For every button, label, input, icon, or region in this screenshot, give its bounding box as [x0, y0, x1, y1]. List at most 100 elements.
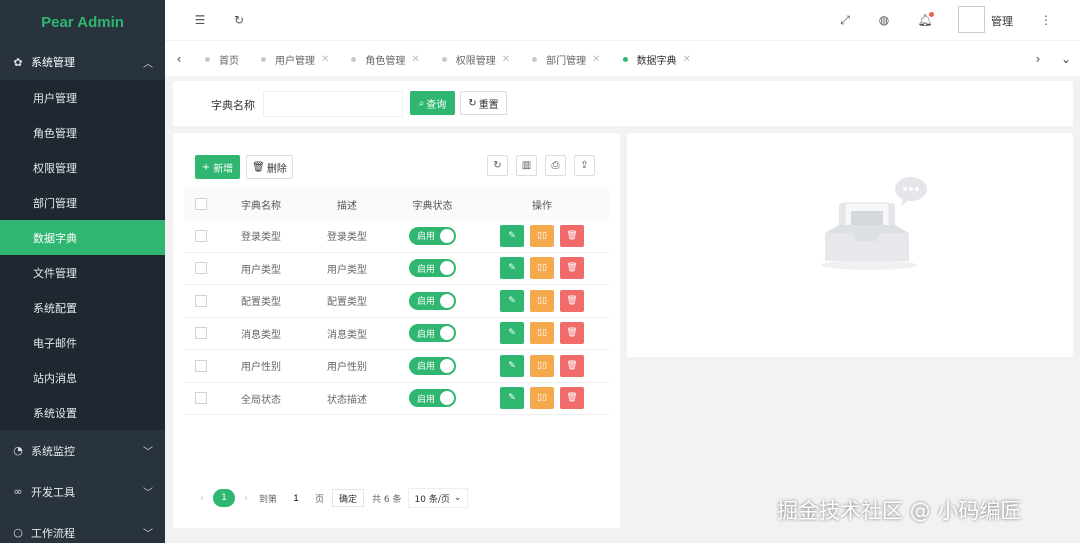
tab-users[interactable]: 用户管理 ✕ — [261, 52, 329, 67]
sidebar-item-dictionary[interactable]: 数据字典 — [0, 220, 165, 255]
prev-page-icon[interactable]: ‹ — [193, 493, 211, 504]
print-icon[interactable]: ⎙ — [545, 155, 566, 176]
row-checkbox[interactable] — [195, 262, 207, 275]
goto-confirm-button[interactable]: 确定 — [332, 489, 365, 507]
sidebar-item-settings[interactable]: 系统设置 — [0, 395, 165, 430]
edit-button[interactable]: ✎ — [500, 224, 524, 247]
query-button[interactable]: ⌕ 查询 — [410, 91, 455, 115]
edit-button[interactable]: ✎ — [500, 257, 524, 280]
close-icon[interactable]: ✕ — [411, 54, 419, 65]
avatar[interactable] — [958, 6, 985, 33]
column-filter-icon[interactable]: ▥ — [516, 155, 537, 176]
fullscreen-icon[interactable]: ⤢ — [835, 10, 855, 30]
columns-icon: ▯▯ — [537, 393, 547, 404]
columns-icon: ▯▯ — [537, 295, 547, 306]
sidebar-item-config[interactable]: 系统配置 — [0, 290, 165, 325]
batch-delete-button[interactable]: 🗑︎ 删除 — [246, 155, 293, 179]
details-button[interactable]: ▯▯ — [530, 387, 554, 410]
menu-group-system[interactable]: ✿ 系统管理 ︿ — [0, 44, 165, 80]
sidebar-item-roles[interactable]: 角色管理 — [0, 115, 165, 150]
sidebar-item-email[interactable]: 电子邮件 — [0, 325, 165, 360]
close-icon[interactable]: ✕ — [502, 54, 510, 65]
reset-button[interactable]: ↻ 重置 — [460, 91, 507, 115]
delete-button[interactable]: 🗑︎ — [560, 224, 584, 247]
status-toggle[interactable]: 启用 — [409, 356, 456, 375]
tab-prev-icon[interactable]: ‹ — [171, 51, 187, 67]
row-checkbox[interactable] — [195, 294, 207, 307]
edit-button[interactable]: ✎ — [500, 387, 524, 410]
edit-button[interactable]: ✎ — [500, 354, 524, 377]
menu-collapse-icon[interactable]: ☰ — [190, 10, 210, 30]
add-button[interactable]: + 新增 — [195, 155, 240, 179]
tab-dictionary[interactable]: 数据字典 ✕ — [622, 52, 691, 67]
search-form: 字典名称 ⌕ 查询 ↻ 重置 — [173, 81, 1073, 126]
sidebar-item-users[interactable]: 用户管理 — [0, 80, 165, 115]
row-checkbox[interactable] — [195, 359, 207, 372]
row-checkbox[interactable] — [195, 327, 207, 340]
tab-home[interactable]: 首页 — [205, 52, 239, 67]
edit-button[interactable]: ✎ — [500, 322, 524, 345]
sidebar-item-messages[interactable]: 站内消息 — [0, 360, 165, 395]
status-toggle[interactable]: 启用 — [409, 324, 456, 343]
tab-departments[interactable]: 部门管理 ✕ — [532, 52, 601, 67]
row-checkbox[interactable] — [195, 229, 207, 242]
goto-page-input[interactable] — [283, 489, 310, 507]
trash-icon: 🗑︎ — [566, 295, 578, 306]
status-toggle[interactable]: 启用 — [409, 259, 456, 278]
delete-button[interactable]: 🗑︎ — [560, 387, 584, 410]
chevron-down-icon: ﹀ — [143, 529, 153, 540]
table-refresh-icon[interactable]: ↻ — [487, 155, 508, 176]
details-button[interactable]: ▯▯ — [530, 289, 554, 312]
columns-icon: ▯▯ — [537, 263, 547, 274]
menu-group-monitor[interactable]: ◔ 系统监控 ﹀ — [0, 430, 165, 471]
delete-button[interactable]: 🗑︎ — [560, 322, 584, 345]
sidebar-item-label: 用户管理 — [33, 91, 77, 105]
sidebar-item-files[interactable]: 文件管理 — [0, 255, 165, 290]
reset-button-label: 重置 — [478, 99, 499, 111]
close-icon[interactable]: ✕ — [592, 54, 600, 65]
sidebar: Pear Admin ✿ 系统管理 ︿ 用户管理 角色管理 权限管理 部门管理 … — [0, 0, 165, 543]
user-name[interactable]: 管理 — [991, 13, 1013, 29]
bell-icon[interactable]: 🔔︎ — [915, 10, 935, 30]
tab-label: 权限管理 — [455, 55, 496, 67]
delete-button[interactable]: 🗑︎ — [560, 257, 584, 280]
details-button[interactable]: ▯▯ — [530, 257, 554, 280]
tab-label: 首页 — [219, 55, 239, 67]
sidebar-item-departments[interactable]: 部门管理 — [0, 185, 165, 220]
globe-icon[interactable]: ◍ — [874, 10, 894, 30]
tab-dropdown-icon[interactable]: ⌄ — [1058, 51, 1074, 67]
status-toggle[interactable]: 启用 — [409, 291, 456, 310]
close-icon[interactable]: ✕ — [683, 54, 691, 65]
row-checkbox[interactable] — [195, 392, 207, 405]
more-vertical-icon[interactable]: ⋮ — [1036, 10, 1056, 30]
status-toggle[interactable]: 启用 — [409, 226, 456, 245]
delete-button[interactable]: 🗑︎ — [560, 354, 584, 377]
sidebar-item-label: 电子邮件 — [33, 336, 77, 350]
select-all-checkbox[interactable] — [195, 198, 207, 210]
page-current[interactable]: 1 — [213, 489, 235, 507]
close-icon[interactable]: ✕ — [321, 54, 329, 65]
tab-next-icon[interactable]: › — [1030, 51, 1046, 67]
next-page-icon[interactable]: › — [237, 493, 255, 504]
tab-bar: ‹ 首页 用户管理 ✕ 角色管理 ✕ 权限管理 ✕ 部门管理 ✕ 数据字典 ✕ › ⌄ — [165, 40, 1080, 76]
status-toggle[interactable]: 启用 — [409, 389, 456, 408]
refresh-icon[interactable]: ↻ — [229, 10, 249, 30]
tab-permissions[interactable]: 权限管理 ✕ — [441, 52, 510, 67]
watermark: 掘金技术社区 @ 小码编匠 — [777, 499, 1022, 523]
tab-roles[interactable]: 角色管理 ✕ — [351, 52, 420, 67]
empty-inbox-illustration — [821, 177, 927, 270]
details-button[interactable]: ▯▯ — [530, 354, 554, 377]
menu-group-workflow[interactable]: ○ 工作流程 ﹀ — [0, 512, 165, 543]
details-button[interactable]: ▯▯ — [530, 224, 554, 247]
dict-name-input[interactable] — [263, 91, 403, 117]
details-button[interactable]: ▯▯ — [530, 322, 554, 345]
gear-icon: ✿ — [13, 55, 23, 69]
menu-group-devtools[interactable]: ∞ 开发工具 ﹀ — [0, 471, 165, 512]
dict-desc-cell: 登录类型 — [327, 232, 367, 244]
edit-button[interactable]: ✎ — [500, 289, 524, 312]
page-size-select[interactable]: 10 条/页 ⌄ — [407, 488, 469, 508]
sidebar-item-permissions[interactable]: 权限管理 — [0, 150, 165, 185]
export-icon[interactable]: ⇪ — [574, 155, 595, 176]
tab-label: 数据字典 — [636, 55, 677, 67]
delete-button[interactable]: 🗑︎ — [560, 289, 584, 312]
